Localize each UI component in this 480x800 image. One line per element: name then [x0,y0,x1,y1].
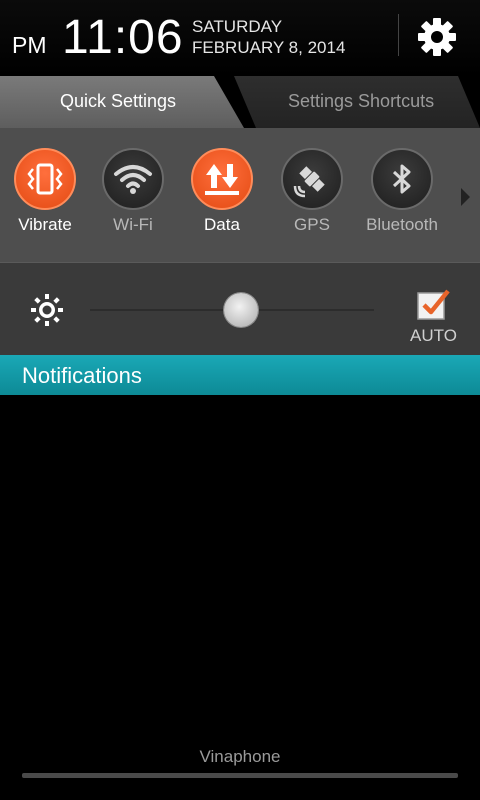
toggle-label: Bluetooth [366,215,438,234]
toggle-bluetooth[interactable]: Bluetooth [357,148,447,235]
tab-bar: Quick Settings Settings Shortcuts [0,76,480,128]
brightness-sun-icon[interactable] [30,293,64,327]
notifications-header: Notifications [0,355,480,395]
toggle-data[interactable]: Data [177,148,267,235]
toggle-wifi-circle[interactable] [102,148,164,210]
gps-satellite-icon [293,166,325,198]
header-divider [398,14,399,56]
date-label[interactable]: FEBRUARY 8, 2014 [192,38,345,58]
scroll-right-arrow-icon[interactable] [461,188,470,206]
day-of-week: SATURDAY [192,17,283,36]
gear-icon [418,18,456,56]
brightness-row: AUTO [0,262,480,355]
status-header: PM 11:06 SATURDAY FEBRUARY 8, 2014 [0,0,480,76]
bluetooth-icon [392,164,411,194]
vibrate-icon [27,163,63,195]
clock-ampm: PM [12,32,47,58]
brightness-slider-thumb[interactable] [223,293,258,327]
toggle-vibrate[interactable]: Vibrate [0,148,90,235]
tab-settings-shortcuts[interactable]: Settings Shortcuts [234,76,480,128]
toggle-gps-circle[interactable] [281,148,343,210]
tab-label: Quick Settings [60,91,177,111]
toggle-bluetooth-circle[interactable] [371,148,433,210]
wifi-icon [114,165,152,194]
data-icon [205,164,239,195]
toggle-label: Wi-Fi [113,215,153,234]
auto-brightness-checkbox[interactable] [416,287,450,321]
carrier-label: Vinaphone [199,747,281,766]
toggle-data-circle[interactable] [191,148,253,210]
tab-quick-settings[interactable]: Quick Settings [0,76,244,128]
toggle-label: GPS [294,215,330,234]
notifications-title: Notifications [22,363,142,388]
drawer-handle[interactable] [22,773,458,778]
toggle-label: Vibrate [18,215,72,234]
auto-brightness-label: AUTO [410,326,457,345]
toggle-wifi[interactable]: Wi-Fi [88,148,178,235]
toggle-vibrate-circle[interactable] [14,148,76,210]
toggle-gps[interactable]: GPS [267,148,357,235]
settings-button[interactable] [412,12,462,62]
clock-time[interactable]: 11:06 [62,10,184,65]
quick-settings-panel: Vibrate Wi-Fi Data GPS Bluetooth [0,128,480,262]
toggle-label: Data [204,215,240,234]
tab-label: Settings Shortcuts [288,91,435,111]
